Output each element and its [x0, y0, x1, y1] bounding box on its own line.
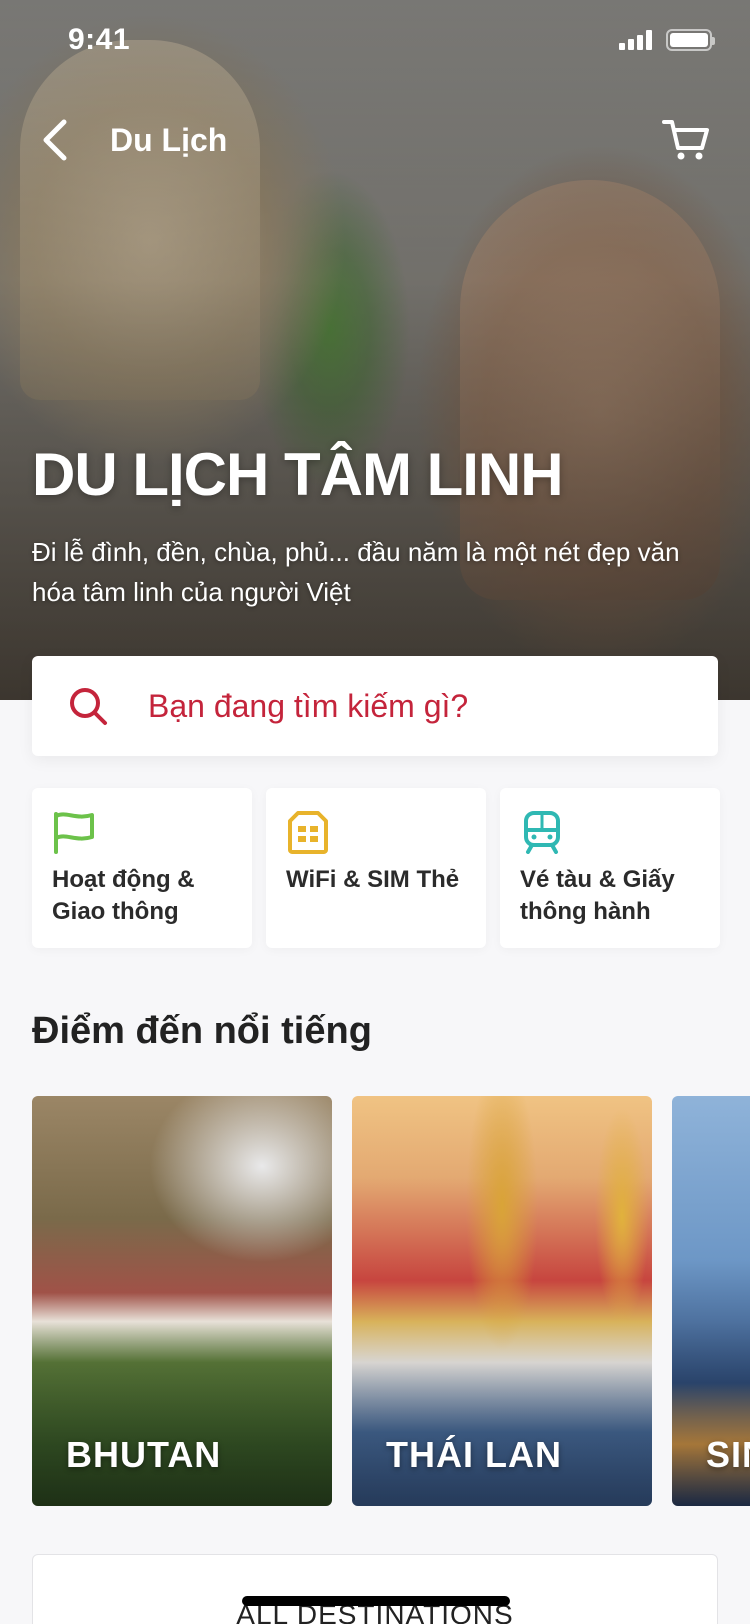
- home-indicator: [242, 1596, 510, 1606]
- search-bar[interactable]: [32, 656, 718, 756]
- destination-name: THÁI LAN: [386, 1434, 562, 1475]
- page-title: Du Lịch: [110, 121, 228, 158]
- train-icon: [520, 810, 564, 854]
- chevron-left-icon: [43, 119, 67, 161]
- status-icons: [619, 29, 715, 51]
- destination-carousel[interactable]: BHUTAN THÁI LAN SINGAPORE: [32, 1096, 750, 1506]
- destination-name: BHUTAN: [66, 1434, 222, 1475]
- status-bar: 9:41: [0, 0, 750, 80]
- flag-icon: [52, 810, 96, 854]
- category-list: Hoạt động & Giao thông WiFi & SIM Thẻ Vé…: [32, 788, 720, 948]
- category-train-pass[interactable]: Vé tàu & Giấy thông hành: [500, 788, 720, 948]
- cart-button[interactable]: [650, 110, 710, 170]
- status-time: 9:41: [68, 23, 131, 56]
- cellular-signal-icon: [619, 30, 652, 50]
- back-button[interactable]: [40, 110, 90, 170]
- sim-card-icon: [286, 810, 330, 854]
- search-input[interactable]: [148, 687, 682, 725]
- destination-name: SINGAPORE: [706, 1434, 750, 1475]
- hero-subtitle: Đi lễ đình, đền, chùa, phủ... đầu năm là…: [32, 537, 680, 607]
- destination-card-singapore[interactable]: SINGAPORE: [672, 1096, 750, 1506]
- section-title-destinations: Điểm đến nổi tiếng: [32, 1010, 372, 1052]
- hero-banner: 9:41 Du Lịch DU LỊCH TÂM LINH Đi lễ đình…: [0, 0, 750, 700]
- destination-card-bhutan[interactable]: BHUTAN: [32, 1096, 332, 1506]
- hero-title: DU LỊCH TÂM LINH: [32, 441, 564, 508]
- cart-icon: [662, 120, 709, 160]
- nav-bar: Du Lịch: [0, 100, 750, 180]
- category-label: WiFi & SIM Thẻ: [286, 866, 460, 893]
- category-wifi-sim[interactable]: WiFi & SIM Thẻ: [266, 788, 486, 948]
- category-label: Vé tàu & Giấy thông hành: [520, 866, 675, 925]
- all-destinations-button[interactable]: ALL DESTINATIONS: [32, 1554, 718, 1624]
- category-label: Hoạt động & Giao thông: [52, 866, 195, 925]
- battery-icon: [666, 29, 715, 51]
- category-activities-transport[interactable]: Hoạt động & Giao thông: [32, 788, 252, 948]
- destination-card-thailand[interactable]: THÁI LAN: [352, 1096, 652, 1506]
- search-icon: [68, 686, 108, 726]
